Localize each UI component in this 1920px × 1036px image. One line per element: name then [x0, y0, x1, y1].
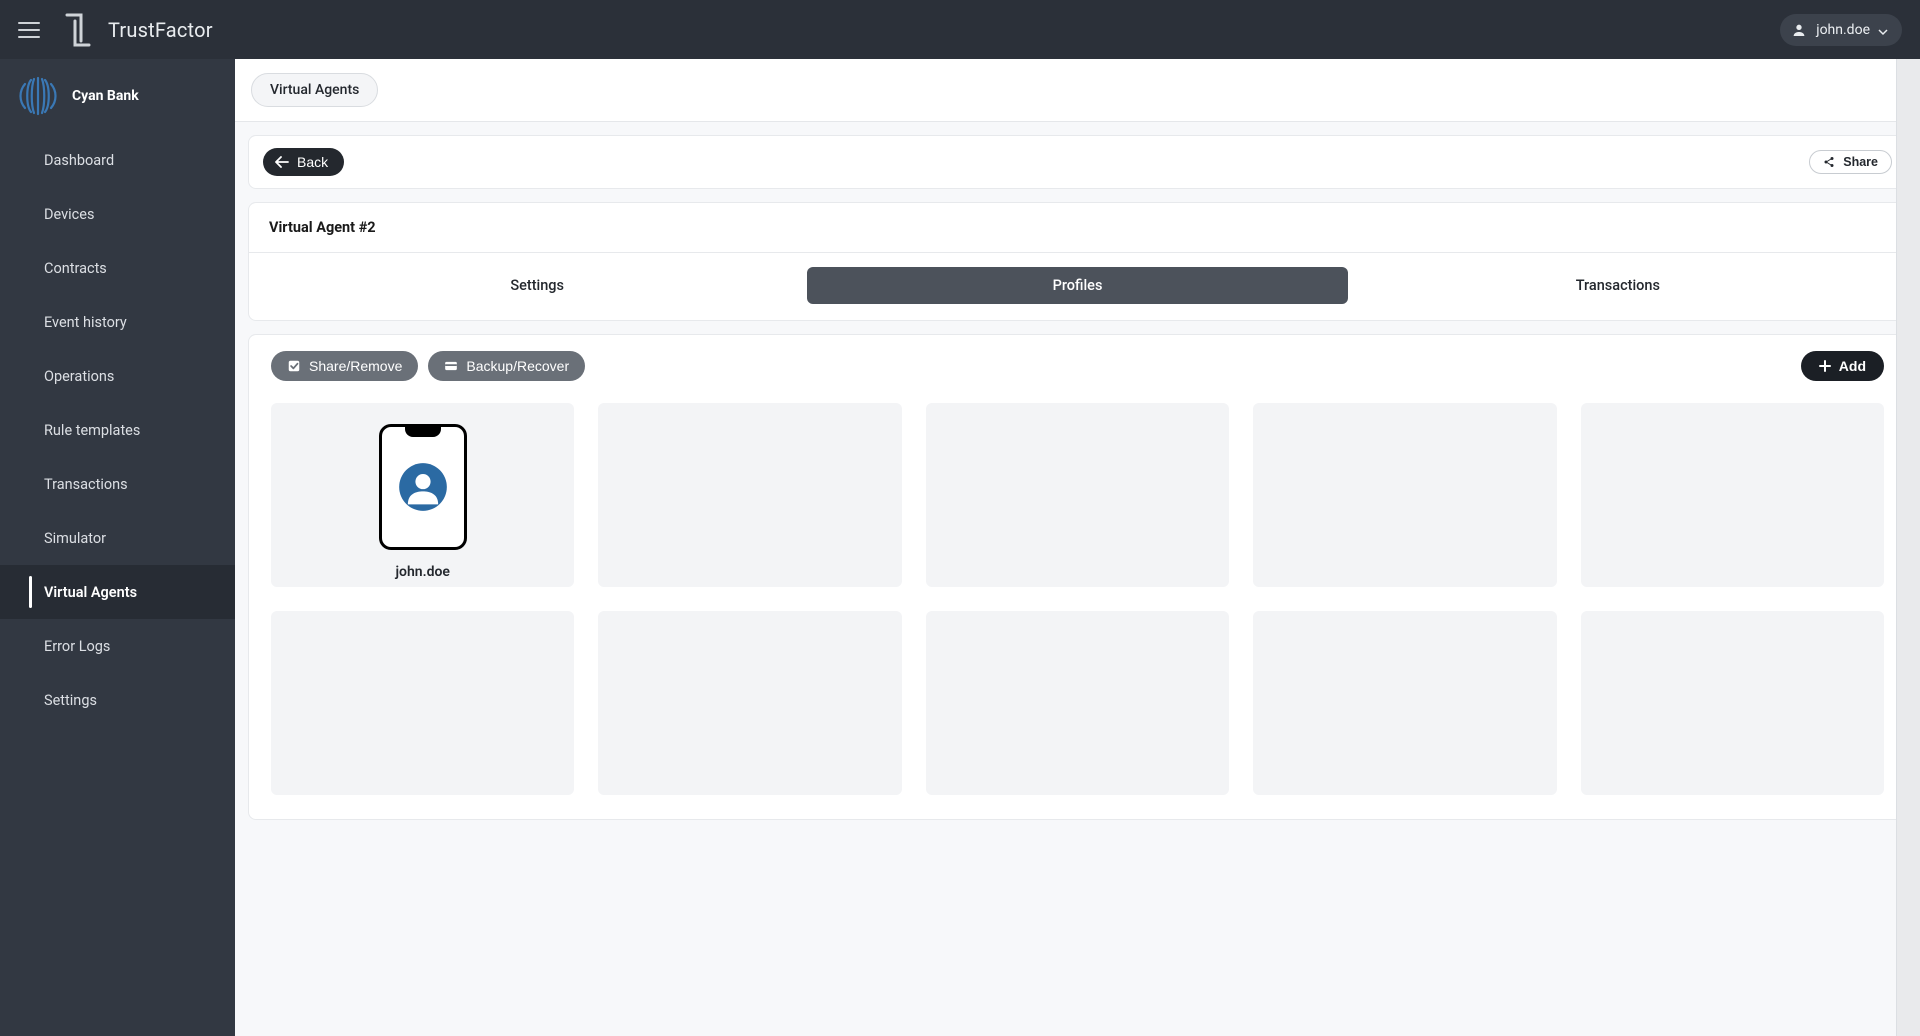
- profiles-panel: Share/Remove Backup/Recover: [248, 334, 1907, 820]
- back-button[interactable]: Back: [263, 148, 344, 176]
- share-icon: [1823, 156, 1835, 168]
- profiles-grid: john.doe: [271, 403, 1884, 795]
- share-button[interactable]: Share: [1809, 150, 1892, 175]
- entity-title: Virtual Agent #2: [249, 203, 1906, 253]
- app-name: TrustFactor: [108, 18, 213, 42]
- profile-placeholder: [1581, 403, 1884, 587]
- sidebar-item-event-history[interactable]: Event history: [0, 295, 235, 349]
- tab-profiles[interactable]: Profiles: [807, 267, 1347, 304]
- profile-placeholder: [271, 611, 574, 795]
- sidebar-item-error-logs[interactable]: Error Logs: [0, 619, 235, 673]
- profile-card[interactable]: john.doe: [271, 403, 574, 587]
- sidebar-item-rule-templates[interactable]: Rule templates: [0, 403, 235, 457]
- profile-name: john.doe: [395, 564, 449, 580]
- phone-outline-icon: [379, 424, 467, 550]
- sidebar: Cyan Bank Dashboard Devices Contracts Ev…: [0, 59, 235, 1036]
- breadcrumb-bar: Virtual Agents: [235, 59, 1920, 122]
- share-remove-button[interactable]: Share/Remove: [271, 351, 418, 381]
- entity-panel: Virtual Agent #2 Settings Profiles Trans…: [248, 202, 1907, 321]
- arrow-left-icon: [275, 156, 289, 168]
- profiles-actions: Share/Remove Backup/Recover: [271, 351, 1884, 381]
- avatar-icon: [397, 461, 449, 513]
- profile-placeholder: [1253, 403, 1556, 587]
- user-menu[interactable]: john.doe: [1780, 14, 1902, 46]
- main-content: Virtual Agents Back Share: [235, 59, 1920, 1036]
- tab-row: Settings Profiles Transactions: [249, 253, 1906, 320]
- sidebar-item-contracts[interactable]: Contracts: [0, 241, 235, 295]
- sidebar-item-devices[interactable]: Devices: [0, 187, 235, 241]
- nav-list: Dashboard Devices Contracts Event histor…: [0, 133, 235, 727]
- card-icon: [444, 359, 458, 373]
- sidebar-item-settings[interactable]: Settings: [0, 673, 235, 727]
- scrollbar[interactable]: [1896, 59, 1920, 1036]
- check-square-icon: [287, 359, 301, 373]
- sidebar-item-dashboard[interactable]: Dashboard: [0, 133, 235, 187]
- topbar: TrustFactor john.doe: [0, 0, 1920, 59]
- user-icon: [1790, 21, 1808, 39]
- chevron-down-icon: [1878, 25, 1888, 35]
- sidebar-item-transactions[interactable]: Transactions: [0, 457, 235, 511]
- org-header: Cyan Bank: [0, 59, 235, 133]
- trustfactor-logo-icon: [61, 11, 95, 49]
- profile-placeholder: [926, 611, 1229, 795]
- profile-placeholder: [598, 611, 901, 795]
- org-logo: [14, 72, 62, 120]
- backup-recover-button[interactable]: Backup/Recover: [428, 351, 585, 381]
- breadcrumb-current[interactable]: Virtual Agents: [251, 73, 378, 107]
- plus-icon: [1819, 360, 1831, 372]
- sidebar-item-operations[interactable]: Operations: [0, 349, 235, 403]
- tab-settings[interactable]: Settings: [267, 267, 807, 304]
- profile-placeholder: [598, 403, 901, 587]
- tab-transactions[interactable]: Transactions: [1348, 267, 1888, 304]
- sidebar-item-virtual-agents[interactable]: Virtual Agents: [0, 565, 235, 619]
- profile-placeholder: [1253, 611, 1556, 795]
- add-button[interactable]: Add: [1801, 351, 1884, 381]
- org-name: Cyan Bank: [72, 88, 139, 104]
- header-panel: Back Share: [248, 135, 1907, 189]
- org-logo-icon: [14, 72, 62, 120]
- app-logo: [60, 10, 96, 50]
- menu-toggle[interactable]: [18, 19, 40, 41]
- user-username: john.doe: [1816, 22, 1870, 38]
- sidebar-item-simulator[interactable]: Simulator: [0, 511, 235, 565]
- profile-placeholder: [926, 403, 1229, 587]
- profile-placeholder: [1581, 611, 1884, 795]
